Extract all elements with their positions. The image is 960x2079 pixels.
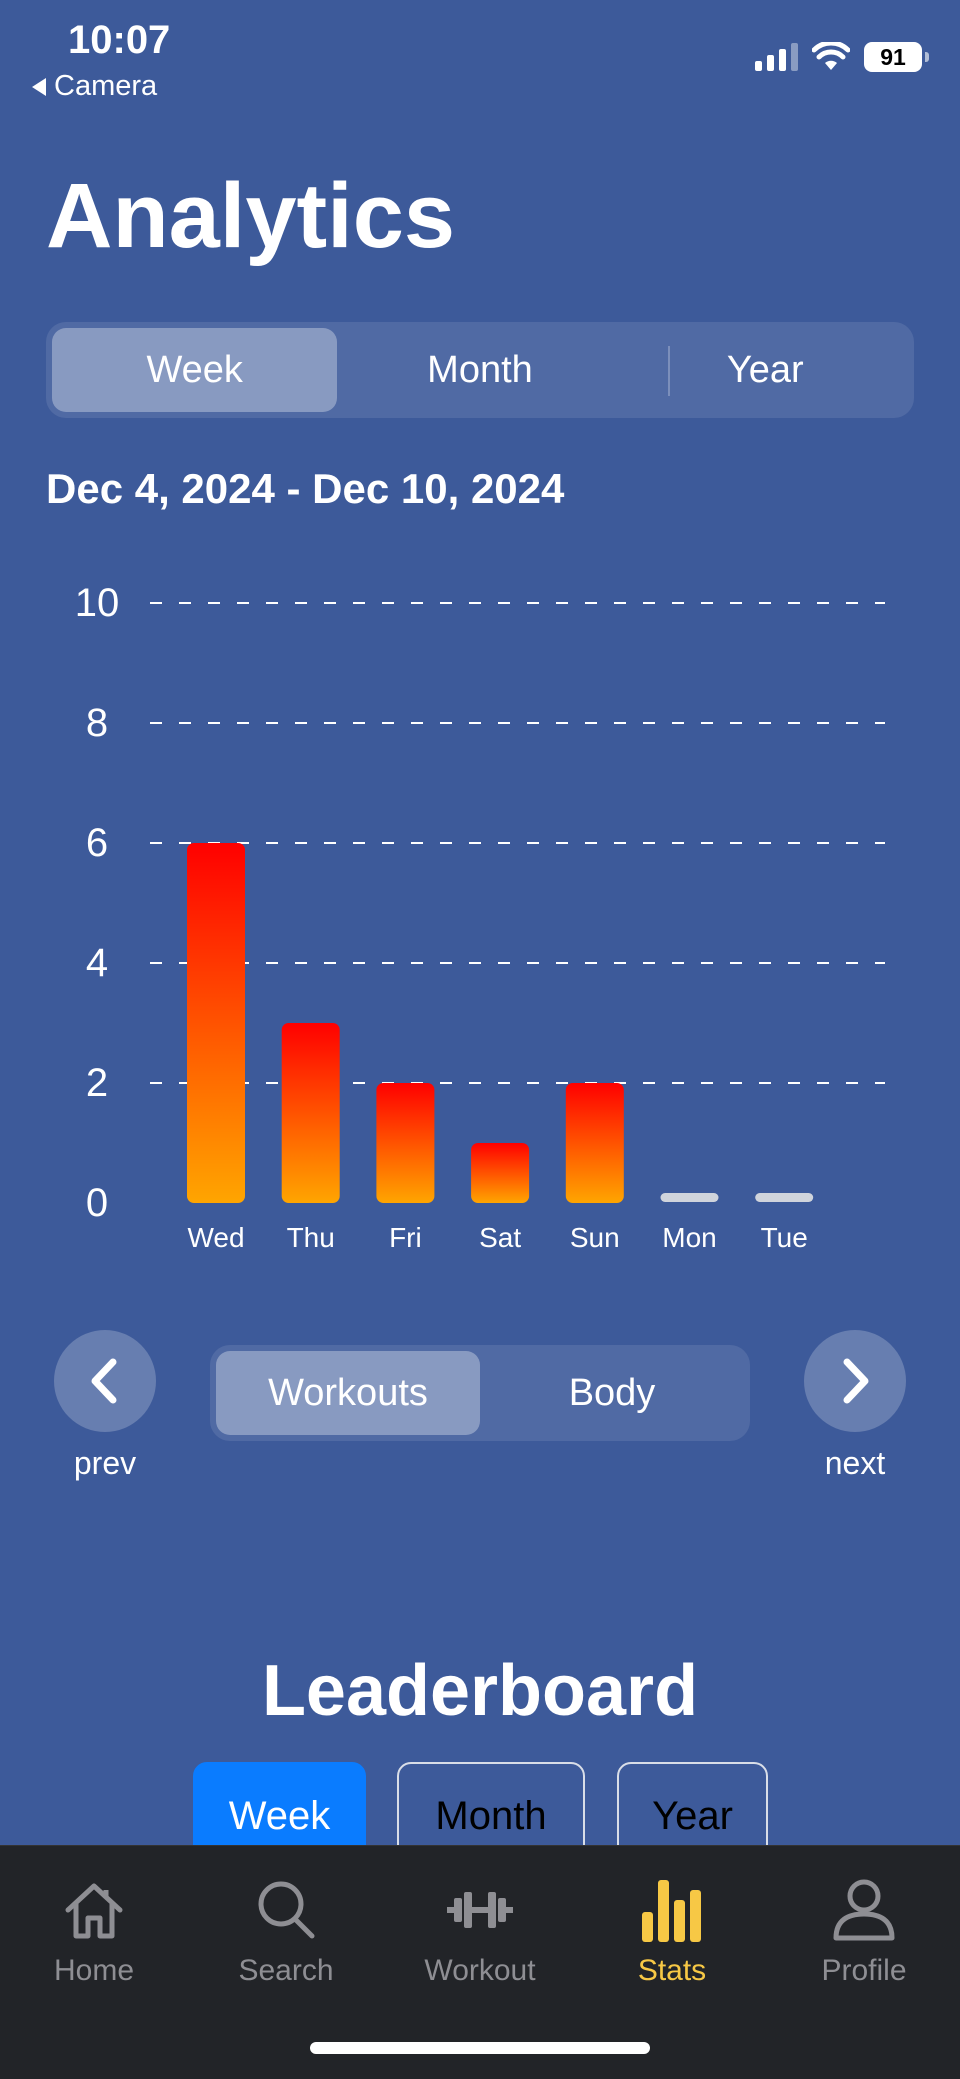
- y-tick-label: 0: [86, 1181, 108, 1225]
- x-tick-label: Fri: [389, 1222, 422, 1253]
- y-tick-label: 10: [75, 581, 120, 625]
- search-icon: [258, 1881, 315, 1939]
- tab-month[interactable]: Month: [337, 328, 622, 412]
- tabbar-search[interactable]: Search: [211, 1874, 361, 1988]
- next-label: next: [824, 1445, 886, 1481]
- period-segmented-control: Week Month Year: [46, 322, 914, 418]
- prev-button[interactable]: [54, 1330, 156, 1432]
- person-icon: [833, 1879, 895, 1941]
- bar-sun: [565, 1083, 624, 1203]
- back-to-app-link[interactable]: Camera: [32, 70, 157, 103]
- tabbar-search-label: Search: [238, 1954, 334, 1987]
- x-tick-label: Mon: [662, 1222, 716, 1253]
- page-title: Analytics: [46, 165, 456, 267]
- leaderboard-title: Leaderboard: [261, 1651, 699, 1731]
- bar-mon: [660, 1193, 719, 1202]
- status-time: 10:07: [68, 18, 171, 62]
- bar-tue: [755, 1193, 814, 1202]
- tab-workouts[interactable]: Workouts: [216, 1351, 480, 1435]
- tabbar-profile-label: Profile: [821, 1954, 907, 1987]
- home-indicator: [310, 2042, 650, 2054]
- tabbar-workout[interactable]: Workout: [405, 1874, 555, 1988]
- x-tick-label: Tue: [761, 1222, 808, 1253]
- wifi-icon: [812, 42, 850, 70]
- bar-chart-icon: [642, 1880, 701, 1942]
- status-indicators: 91: [755, 42, 929, 72]
- chevron-left-icon: [91, 1358, 117, 1404]
- battery-indicator: 91: [864, 42, 929, 72]
- metric-segmented-control: Workouts Body: [210, 1345, 750, 1441]
- tabbar-stats[interactable]: Stats: [597, 1874, 747, 1988]
- tab-year[interactable]: Year: [623, 328, 908, 412]
- date-range: Dec 4, 2024 - Dec 10, 2024: [46, 465, 565, 512]
- back-triangle-icon: [32, 77, 46, 96]
- x-tick-label: Wed: [187, 1222, 244, 1253]
- x-tick-label: Sat: [479, 1222, 521, 1253]
- dumbbell-icon: [447, 1892, 513, 1928]
- tabbar-stats-label: Stats: [637, 1954, 707, 1987]
- home-icon: [65, 1883, 123, 1939]
- y-tick-label: 2: [86, 1061, 108, 1105]
- back-app-label: Camera: [54, 70, 158, 102]
- y-tick-label: 4: [86, 941, 108, 985]
- tabbar-workout-label: Workout: [424, 1954, 536, 1987]
- x-tick-label: Thu: [287, 1222, 335, 1253]
- y-tick-label: 6: [86, 821, 108, 865]
- tab-body[interactable]: Body: [480, 1351, 744, 1435]
- workouts-bar-chart: 0 2 4 6 8 10 Wed Thu Fri Sat Sun Mon Tue: [75, 581, 885, 1253]
- tab-bar: Home Search Workout Stats Profile: [0, 1845, 960, 2079]
- prev-label: prev: [73, 1445, 137, 1481]
- y-tick-label: 8: [86, 701, 108, 745]
- tabbar-home-label: Home: [53, 1954, 135, 1987]
- bar-fri: [376, 1083, 435, 1203]
- next-button[interactable]: [804, 1330, 906, 1432]
- cellular-signal-icon: [755, 43, 798, 71]
- chevron-right-icon: [843, 1358, 869, 1404]
- bar-sat: [471, 1143, 530, 1203]
- tabbar-profile[interactable]: Profile: [789, 1874, 939, 1988]
- tabbar-home[interactable]: Home: [19, 1874, 169, 1988]
- tab-week[interactable]: Week: [52, 328, 338, 412]
- x-tick-label: Sun: [570, 1222, 620, 1253]
- bar-thu: [281, 1023, 340, 1203]
- bar-wed: [187, 843, 245, 1203]
